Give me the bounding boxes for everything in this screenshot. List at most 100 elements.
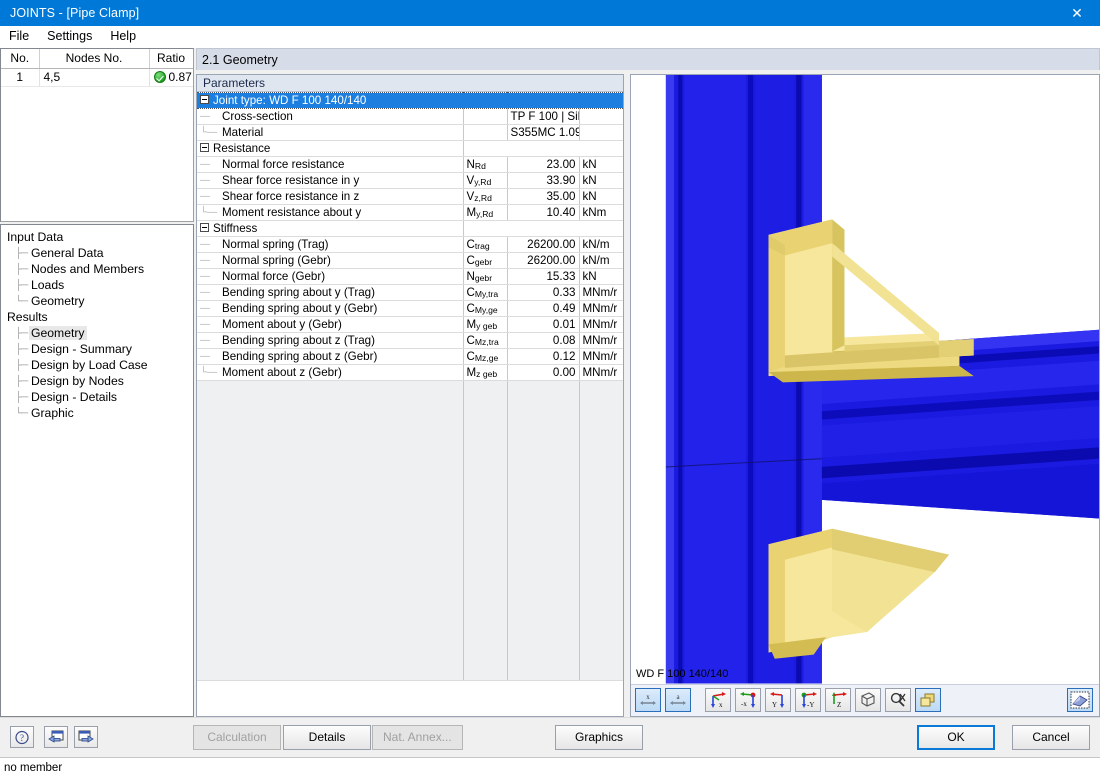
tree-twig-icon (200, 303, 222, 314)
cell-nodes: 4,5 (39, 68, 150, 87)
svg-text:-Y: -Y (807, 701, 814, 709)
print-graphic-button[interactable] (1067, 688, 1093, 713)
sidebar-item-design-summary[interactable]: ├─ Design - Summary (15, 341, 193, 357)
table-header-row: ^ No. Nodes No. Ratio (1, 48, 193, 69)
table-filler-row (197, 380, 623, 681)
view-minus-y-button[interactable]: -Y (795, 688, 821, 713)
menu-file[interactable]: File (0, 27, 38, 46)
symbol-base: N (466, 158, 475, 171)
nat-annex-button[interactable]: Nat. Annex... (372, 724, 463, 750)
symbol-base: M (466, 366, 477, 379)
table-row-bending-spring-y-gebr[interactable]: Bending spring about y (Gebr) CMy,ge 0.4… (197, 300, 623, 317)
row-label: Resistance (213, 142, 271, 155)
cell-symbol (463, 92, 507, 109)
view-y-button[interactable]: Y (765, 688, 791, 713)
view-z-button[interactable]: Z (825, 688, 851, 713)
menu-settings[interactable]: Settings (38, 27, 101, 46)
table-row-bending-spring-z-gebr[interactable]: Bending spring about z (Gebr) CMz,ge 0.1… (197, 348, 623, 365)
table-row-bending-spring-z-trag[interactable]: Bending spring about z (Trag) CMz,tra 0.… (197, 332, 623, 349)
cell-value: 0.33 (507, 284, 580, 301)
symbol-base: M (466, 206, 477, 219)
table-row-bending-spring-y-trag[interactable]: Bending spring about y (Trag) CMy,tra 0.… (197, 284, 623, 301)
cell-description: Normal spring (Trag) (197, 236, 464, 253)
previous-window-button[interactable] (44, 726, 68, 749)
tree-twig-icon (200, 191, 222, 202)
symbol-sub: My,ge (474, 305, 498, 315)
collapse-icon[interactable] (200, 143, 209, 152)
cell-value: 0.00 (507, 364, 580, 381)
cell-unit (579, 140, 623, 157)
render-mode-button[interactable] (915, 688, 941, 713)
help-button[interactable]: ? (10, 726, 34, 749)
sidebar-item-design-by-nodes[interactable]: ├─ Design by Nodes (15, 373, 193, 389)
table-row-normal-force-gebr[interactable]: Normal force (Gebr) Ngebr 15.33 kN (197, 268, 623, 285)
zoom-x-button[interactable]: x (635, 688, 661, 713)
parameters-panel: Parameters Joint type: WD F 100 140/140 (196, 74, 624, 717)
navigator-tree: Input Data ├─ General Data ├─ Nodes and Me… (0, 224, 194, 717)
table-row-resistance-group[interactable]: Resistance (197, 140, 623, 157)
details-button[interactable]: Details (283, 724, 371, 750)
next-window-button[interactable] (74, 726, 98, 749)
sidebar-item-label: Design by Nodes (31, 374, 124, 388)
ok-button[interactable]: OK (917, 724, 995, 750)
cell-symbol: Ngebr (463, 268, 508, 285)
nav-group-results[interactable]: Results (5, 309, 193, 325)
tree-twig-icon (200, 351, 222, 362)
symbol-sub: My,tra (474, 289, 499, 299)
sidebar-item-geometry-input[interactable]: └─ Geometry (15, 293, 193, 309)
cell-description: Bending spring about y (Trag) (197, 284, 464, 301)
menu-help[interactable]: Help (101, 27, 145, 46)
table-row-shear-force-resistance-y[interactable]: Shear force resistance in y Vy,Rd 33.90 … (197, 172, 623, 189)
table-row-cross-section[interactable]: Cross-section TP F 100 | Sik (197, 108, 623, 125)
symbol-base: C (466, 254, 475, 267)
view-minus-x-button[interactable]: -x (735, 688, 761, 713)
symbol-sub: z geb (476, 369, 498, 379)
cell-value: 0.08 (507, 332, 580, 349)
sidebar-item-loads[interactable]: ├─ Loads (15, 277, 193, 293)
sort-ascending-icon: ^ (17, 48, 22, 54)
zoom-selection-button[interactable] (885, 688, 911, 713)
table-row-material[interactable]: Material S355MC 1.09 (197, 124, 623, 141)
graphics-button[interactable]: Graphics (555, 724, 643, 750)
cell-description: Bending spring about y (Gebr) (197, 300, 464, 317)
zoom-all-button[interactable]: a (665, 688, 691, 713)
table-row-moment-resistance-y[interactable]: Moment resistance about y My,Rd 10.40 kN… (197, 204, 623, 221)
nav-group-input-data[interactable]: Input Data (5, 229, 193, 245)
table-row-moment-z-gebr[interactable]: Moment about z (Gebr) Mz geb 0.00 MNm/r (197, 364, 623, 381)
collapse-icon[interactable] (200, 95, 209, 104)
tree-twig-icon (200, 239, 222, 250)
collapse-icon[interactable] (200, 223, 209, 232)
table-row-normal-spring-gebr[interactable]: Normal spring (Gebr) Cgebr 26200.00 kN/m (197, 252, 623, 269)
table-row[interactable]: 1 4,5 0.87 (1, 68, 193, 87)
table-row-moment-y-gebr[interactable]: Moment about y (Gebr) My geb 0.01 MNm/r (197, 316, 623, 333)
parameters-caption: Parameters (197, 75, 623, 92)
table-row-stiffness-group[interactable]: Stiffness (197, 220, 623, 237)
column-header-nodes-no[interactable]: Nodes No. (39, 49, 150, 69)
sidebar-item-general-data[interactable]: ├─ General Data (15, 245, 193, 261)
table-row-joint-type[interactable]: Joint type: WD F 100 140/140 (197, 92, 623, 109)
sidebar-item-design-details[interactable]: ├─ Design - Details (15, 389, 193, 405)
symbol-sub: y,Rd (474, 177, 492, 187)
sidebar-item-geometry-results[interactable]: ├─ Geometry (15, 325, 193, 341)
isometric-view-button[interactable] (855, 688, 881, 713)
view-x-button[interactable]: x (705, 688, 731, 713)
cell-unit: MNm/r (579, 316, 623, 333)
cancel-button[interactable]: Cancel (1012, 724, 1090, 750)
column-header-ratio[interactable]: Ratio (149, 49, 193, 69)
table-row-normal-force-resistance[interactable]: Normal force resistance NRd 23.00 kN (197, 156, 623, 173)
sidebar-item-design-by-load-case[interactable]: ├─ Design by Load Case (15, 357, 193, 373)
tree-twig-icon: ├─ (15, 280, 28, 291)
3d-viewport[interactable]: WD F 100 140/140 (631, 75, 1099, 684)
column-header-no[interactable]: ^ No. (1, 48, 40, 69)
sidebar-item-nodes-and-members[interactable]: ├─ Nodes and Members (15, 261, 193, 277)
sidebar-item-graphic[interactable]: └─ Graphic (15, 405, 193, 421)
tree-twig-icon: ├─ (15, 248, 28, 259)
left-panel: ^ No. Nodes No. Ratio 1 4,5 0.87 Input D… (0, 48, 194, 717)
row-label: Stiffness (213, 222, 258, 235)
cell-unit: MNm/r (579, 348, 623, 365)
row-label: Bending spring about z (Gebr) (222, 350, 378, 363)
table-row-shear-force-resistance-z[interactable]: Shear force resistance in z Vz,Rd 35.00 … (197, 188, 623, 205)
calculation-button[interactable]: Calculation (193, 724, 281, 750)
close-icon[interactable]: ✕ (1054, 0, 1100, 26)
table-row-normal-spring-trag[interactable]: Normal spring (Trag) Ctrag 26200.00 kN/m (197, 236, 623, 253)
